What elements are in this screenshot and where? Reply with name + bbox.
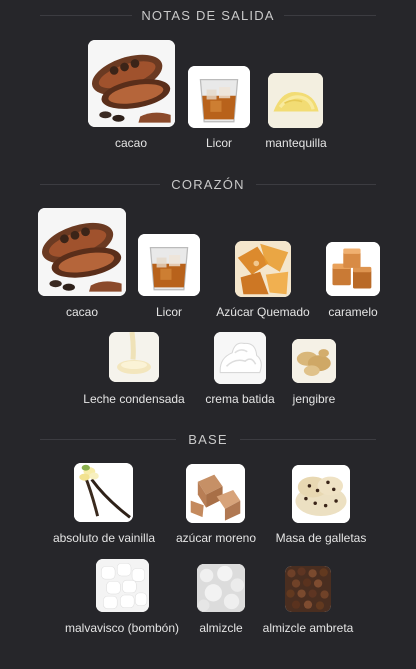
note-label: caramelo [328, 305, 378, 319]
musk-image [197, 564, 245, 612]
note-label: Azúcar Quemado [216, 305, 310, 319]
note-label: almizcle [199, 621, 243, 635]
note-label: almizcle ambreta [262, 621, 354, 635]
divider-right [256, 184, 376, 185]
note-label: jengibre [292, 392, 336, 406]
marshmallow-image [96, 559, 149, 612]
whipped-cream-image [214, 332, 266, 384]
note-label: Leche condensada [83, 392, 185, 406]
note-label: cacao [114, 136, 148, 150]
vanilla-image [74, 463, 133, 522]
note-label: cacao [65, 305, 99, 319]
brown-sugar-image [186, 464, 245, 523]
cookie-dough-image [292, 465, 350, 523]
burnt-sugar-image [235, 241, 291, 297]
condensed-milk-image [109, 332, 159, 382]
cacao-image [38, 208, 126, 296]
note-label: Licor [155, 305, 183, 319]
note-label: crema batida [205, 392, 275, 406]
note-label: mantequilla [265, 136, 327, 150]
liquor-glass-image [188, 66, 250, 128]
butter-image [268, 73, 323, 128]
caramel-image [326, 242, 380, 296]
note-label: absoluto de vainilla [52, 531, 156, 545]
liquor-glass-image [138, 234, 200, 296]
note-label: malvavisco (bombón) [64, 621, 180, 635]
cacao-image [88, 40, 175, 127]
note-label: Licor [205, 136, 233, 150]
ginger-image [292, 339, 336, 383]
ambrette-seed-image [285, 566, 331, 612]
note-label: azúcar moreno [175, 531, 257, 545]
divider-right [240, 439, 376, 440]
divider-right [284, 15, 376, 16]
note-label: Masa de galletas [275, 531, 367, 545]
